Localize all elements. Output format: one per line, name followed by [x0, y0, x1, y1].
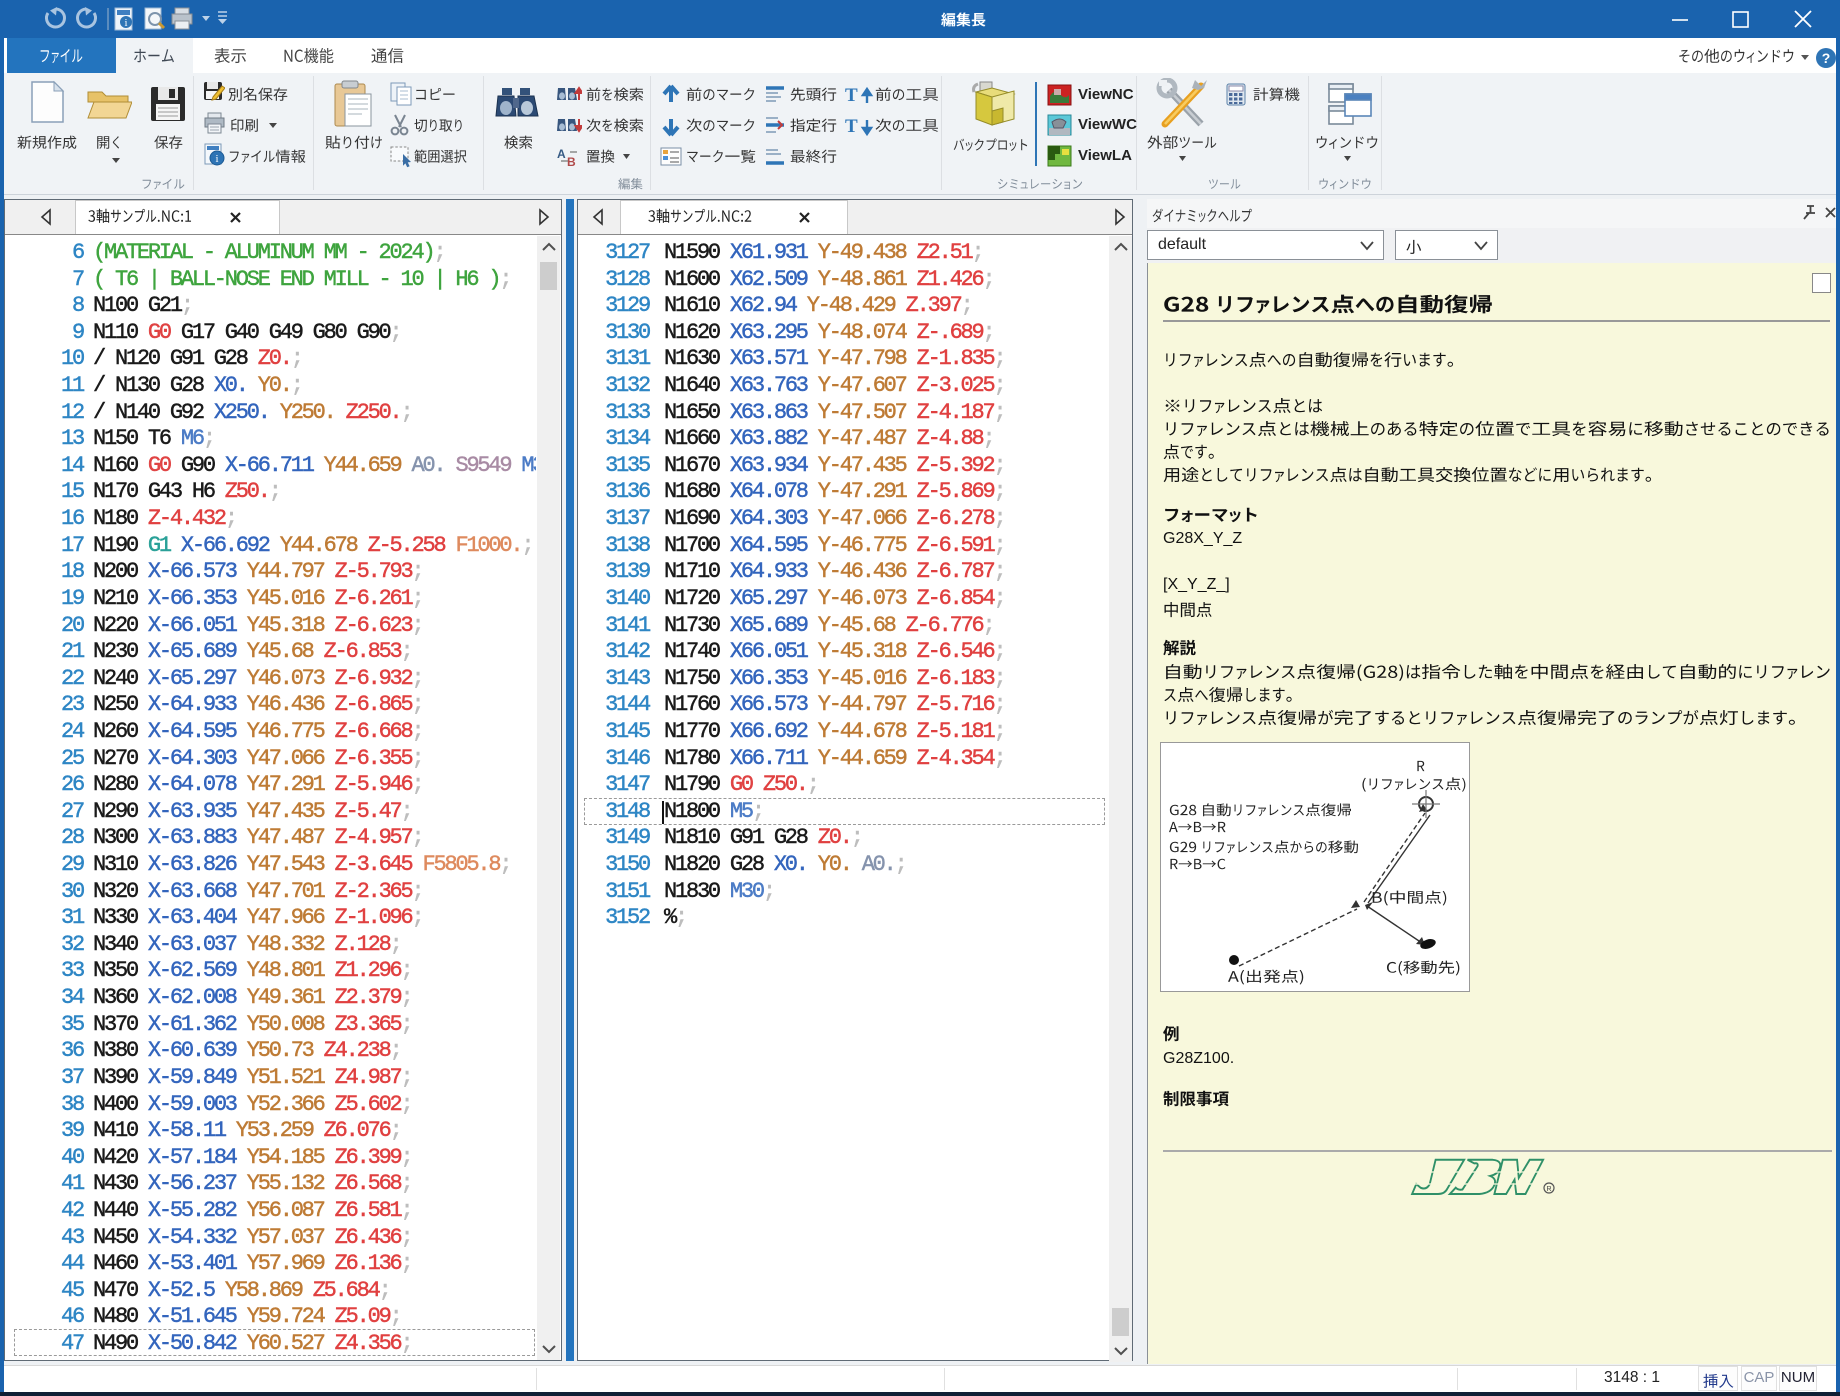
- svg-text:T: T: [845, 85, 858, 106]
- svg-text:T: T: [845, 116, 858, 137]
- svg-text:i: i: [124, 17, 127, 29]
- svg-text:i: i: [215, 153, 218, 165]
- svg-text:A: A: [557, 147, 566, 161]
- svg-text:?: ?: [1822, 50, 1831, 66]
- svg-text:B: B: [567, 155, 576, 168]
- svg-text:R: R: [1546, 1186, 1551, 1193]
